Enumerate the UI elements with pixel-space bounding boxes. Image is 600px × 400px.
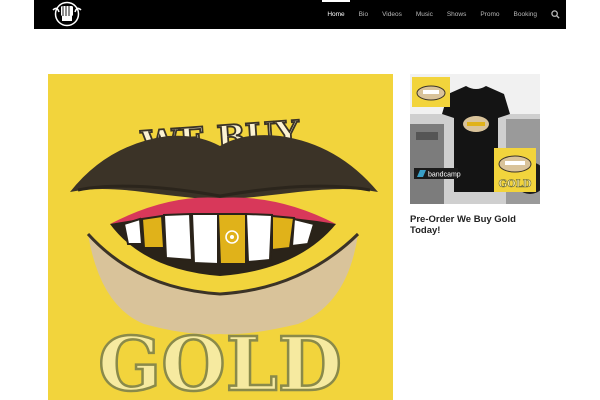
svg-text:GOLD: GOLD [499, 179, 532, 190]
preorder-title-link[interactable]: Pre-Order We Buy Gold Today! [410, 214, 540, 236]
main-nav: Home Bio Videos Music Shows Promo Bookin… [320, 0, 566, 29]
search-button[interactable] [544, 0, 566, 29]
nav-videos[interactable]: Videos [375, 0, 409, 29]
nav-bio[interactable]: Bio [352, 0, 375, 29]
nav-music[interactable]: Music [409, 0, 440, 29]
nav-booking[interactable]: Booking [507, 0, 545, 29]
art-title-bottom: GOLD [98, 322, 342, 400]
fist-logo-icon[interactable] [50, 0, 84, 28]
search-icon [550, 10, 560, 19]
preorder-bundle-image[interactable]: GOLD bandcamp [410, 74, 540, 204]
nav-home[interactable]: Home [320, 0, 351, 29]
hero-album-art[interactable]: WE BUY GOLD [48, 74, 393, 400]
top-navbar: Home Bio Videos Music Shows Promo Bookin… [34, 0, 566, 29]
we-buy-gold-artwork: WE BUY GOLD [48, 74, 393, 400]
preorder-card: GOLD bandcamp Pre-Order We Buy Gold Toda… [410, 74, 540, 236]
nav-promo[interactable]: Promo [473, 0, 506, 29]
nav-shows[interactable]: Shows [440, 0, 474, 29]
bandcamp-label: bandcamp [428, 172, 461, 179]
